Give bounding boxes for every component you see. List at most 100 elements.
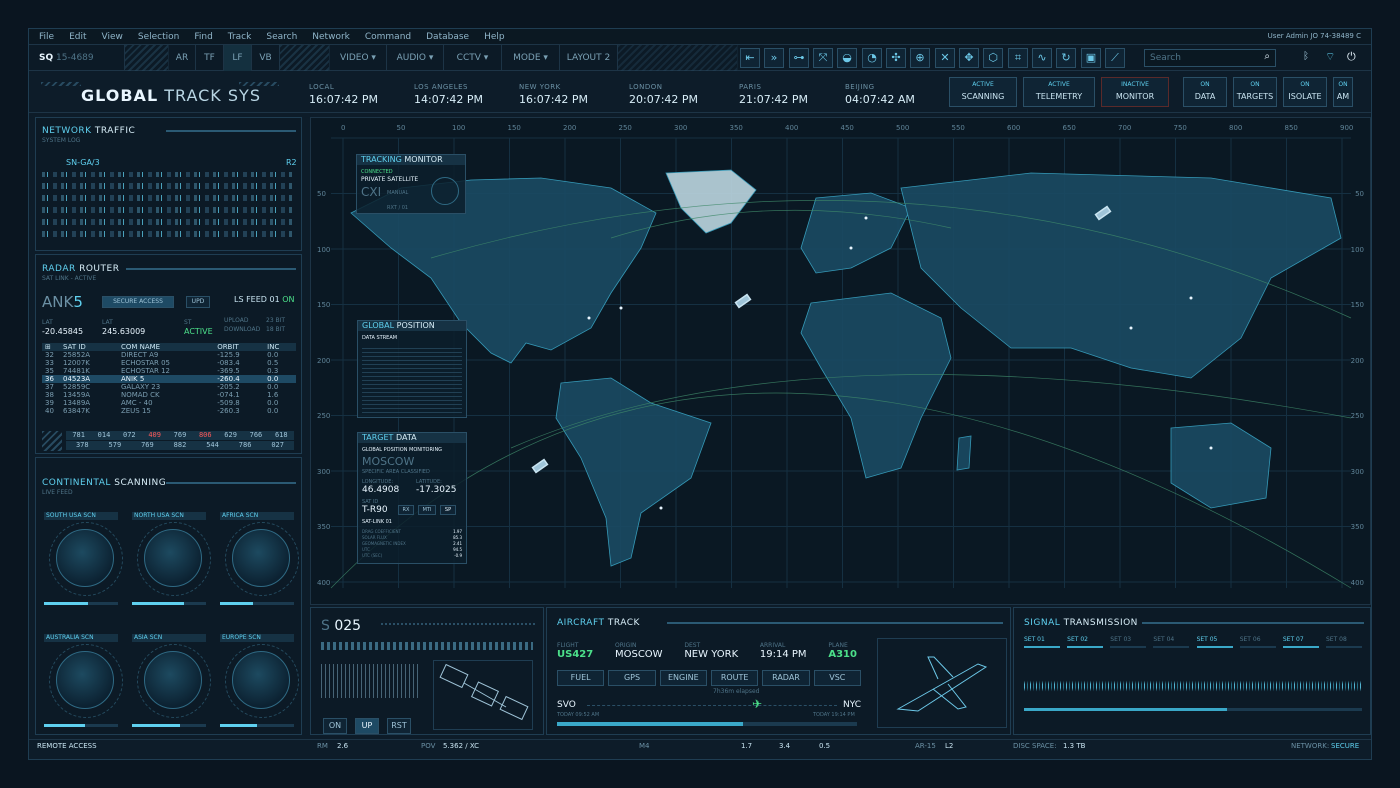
menu-track[interactable]: Track: [228, 32, 252, 42]
search-box[interactable]: Search ⌕: [1144, 49, 1276, 67]
signal-set-tab[interactable]: SET 08: [1325, 636, 1362, 648]
global-position-overlay[interactable]: GLOBAL POSITION DATA STREAM: [357, 320, 467, 418]
dropdown-mode[interactable]: MODE ▾: [502, 45, 560, 71]
layout-button[interactable]: LAYOUT 2: [560, 45, 618, 71]
signal-set-tab[interactable]: SET 03: [1110, 636, 1147, 648]
signal-set-tab[interactable]: SET 04: [1153, 636, 1190, 648]
target-tool-icon[interactable]: ⊕: [910, 48, 930, 68]
table-row[interactable]: 38 13459A NOMAD CK -074.1 1.6: [42, 391, 296, 399]
table-row[interactable]: 37 52859C GALAXY 23 -205.2 0.0: [42, 383, 296, 391]
mode-vb[interactable]: VB: [252, 45, 280, 71]
gps-button[interactable]: GPS: [608, 670, 656, 686]
up-button[interactable]: UP: [355, 718, 379, 734]
menu-help[interactable]: Help: [484, 32, 505, 42]
fan-tool-icon[interactable]: ✣: [886, 48, 906, 68]
dropdown-video[interactable]: VIDEO ▾: [330, 45, 387, 71]
status-state: ON: [1200, 81, 1210, 88]
globe-south-usa[interactable]: [49, 522, 123, 596]
table-row[interactable]: 40 63847K ZEUS 15 -260.3 0.0: [42, 407, 296, 415]
dial-tool-icon[interactable]: ◔: [862, 48, 882, 68]
menu-find[interactable]: Find: [194, 32, 212, 42]
radar-button[interactable]: RADAR: [762, 670, 810, 686]
cell: 32: [45, 351, 54, 359]
wifi-icon[interactable]: ⌔: [1325, 50, 1335, 64]
refresh-tool-icon[interactable]: ↻: [1056, 48, 1076, 68]
world-map[interactable]: 0 50 100 150 200 250 300 350 400 450 500 550 600 650 7…: [310, 117, 1371, 605]
status-telemetry[interactable]: ACTIVE TELEMETRY: [1023, 77, 1095, 107]
vsc-button[interactable]: VSC: [813, 670, 861, 686]
tracking-monitor-overlay[interactable]: TRACKING MONITOR CONNECTED PRIVATE SATEL…: [356, 154, 466, 214]
menu-selection[interactable]: Selection: [138, 32, 179, 42]
s025-level-strip: [321, 642, 533, 650]
target-data-overlay[interactable]: TARGET DATA GLOBAL POSITION MONITORING M…: [357, 432, 467, 564]
mode-ar[interactable]: AR: [169, 45, 196, 71]
forward-tool-icon[interactable]: »: [764, 48, 784, 68]
dropdown-audio[interactable]: AUDIO ▾: [387, 45, 444, 71]
status-scanning[interactable]: ACTIVE SCANNING: [949, 77, 1017, 107]
globe-asia[interactable]: [137, 644, 211, 718]
menu-file[interactable]: File: [39, 32, 54, 42]
cell: 52859C: [63, 383, 91, 391]
table-row-selected[interactable]: 36 04523A ANIK 5 -260.4 0.0: [42, 375, 296, 383]
bluetooth-icon[interactable]: ᛒ: [1303, 51, 1309, 62]
title-b: POSITION: [394, 321, 435, 330]
greenland: [665, 169, 757, 234]
mode-tf[interactable]: TF: [196, 45, 224, 71]
axis-tick-label: 250: [618, 124, 632, 132]
table-row[interactable]: 32 25852A DIRECT A9 -125.9 0.0: [42, 351, 296, 359]
curve-tool-icon[interactable]: ∿: [1032, 48, 1052, 68]
globe-europe[interactable]: [225, 644, 299, 718]
globe-africa[interactable]: [225, 522, 299, 596]
menu-database[interactable]: Database: [426, 32, 469, 42]
select-tool-icon[interactable]: ⇤: [740, 48, 760, 68]
status-targets[interactable]: ON TARGETS: [1233, 77, 1277, 107]
signal-set-tab[interactable]: SET 06: [1239, 636, 1276, 648]
signal-set-tab[interactable]: SET 01: [1024, 636, 1060, 648]
graph-tool-icon[interactable]: ⟋: [1105, 48, 1125, 68]
signal-set-tab[interactable]: SET 07: [1282, 636, 1319, 648]
signal-set-tab[interactable]: SET 05: [1196, 636, 1233, 648]
cube-tool-icon[interactable]: ⬡: [983, 48, 1003, 68]
status-monitor[interactable]: INACTIVE MONITOR: [1101, 77, 1169, 107]
menu-search[interactable]: Search: [266, 32, 297, 42]
menu-edit[interactable]: Edit: [69, 32, 86, 42]
half-circle-tool-icon[interactable]: ◒: [837, 48, 857, 68]
mti-button[interactable]: MTI: [418, 505, 436, 515]
search-input[interactable]: Search: [1150, 53, 1181, 63]
status-isolate[interactable]: ON ISOLATE: [1283, 77, 1327, 107]
cross-tool-icon[interactable]: ✕: [935, 48, 955, 68]
engine-button[interactable]: ENGINE: [659, 670, 707, 686]
fuel-button[interactable]: FUEL: [557, 670, 605, 686]
clock-label: NEW YORK: [519, 83, 561, 91]
menu-network[interactable]: Network: [312, 32, 350, 42]
menu-command[interactable]: Command: [365, 32, 411, 42]
on-button[interactable]: ON: [323, 718, 347, 734]
expand-tool-icon[interactable]: ⤧: [813, 48, 833, 68]
frame-tool-icon[interactable]: ▣: [1081, 48, 1101, 68]
rx-button[interactable]: RX: [398, 505, 414, 515]
mode-lf[interactable]: LF: [224, 45, 252, 71]
sp-button[interactable]: SP: [440, 505, 456, 515]
globe-australia[interactable]: [49, 644, 123, 718]
menu-view[interactable]: View: [102, 32, 123, 42]
route-button[interactable]: ROUTE: [710, 670, 759, 686]
connect-tool-icon[interactable]: ⊶: [789, 48, 809, 68]
signal-set-tab[interactable]: SET 02: [1067, 636, 1104, 648]
status-data[interactable]: ON DATA: [1183, 77, 1227, 107]
table-row[interactable]: 33 12007K ECHOSTAR 05 -083.4 0.5: [42, 359, 296, 367]
search-icon[interactable]: ⌕: [1264, 51, 1270, 62]
clock-time: 21:07:42 PM: [739, 93, 809, 106]
axis-tick-label: 450: [840, 124, 854, 132]
table-row[interactable]: 39 13489A AMC - 40 -509.8 0.0: [42, 399, 296, 407]
secure-access-button[interactable]: SECURE ACCESS: [102, 296, 174, 308]
power-icon[interactable]: ⏻: [1347, 50, 1356, 64]
globe-north-usa[interactable]: [137, 522, 211, 596]
upd-button[interactable]: UPD: [186, 296, 210, 308]
rst-button[interactable]: RST: [387, 718, 411, 734]
table-row[interactable]: 35 74481K ECHOSTAR 12 -369.5 0.3: [42, 367, 296, 375]
status-am[interactable]: ON AM: [1333, 77, 1353, 107]
crop-tool-icon[interactable]: ⌗: [1008, 48, 1028, 68]
move-tool-icon[interactable]: ✥: [959, 48, 979, 68]
remote-access[interactable]: REMOTE ACCESS: [37, 742, 97, 750]
dropdown-cctv[interactable]: CCTV ▾: [444, 45, 502, 71]
